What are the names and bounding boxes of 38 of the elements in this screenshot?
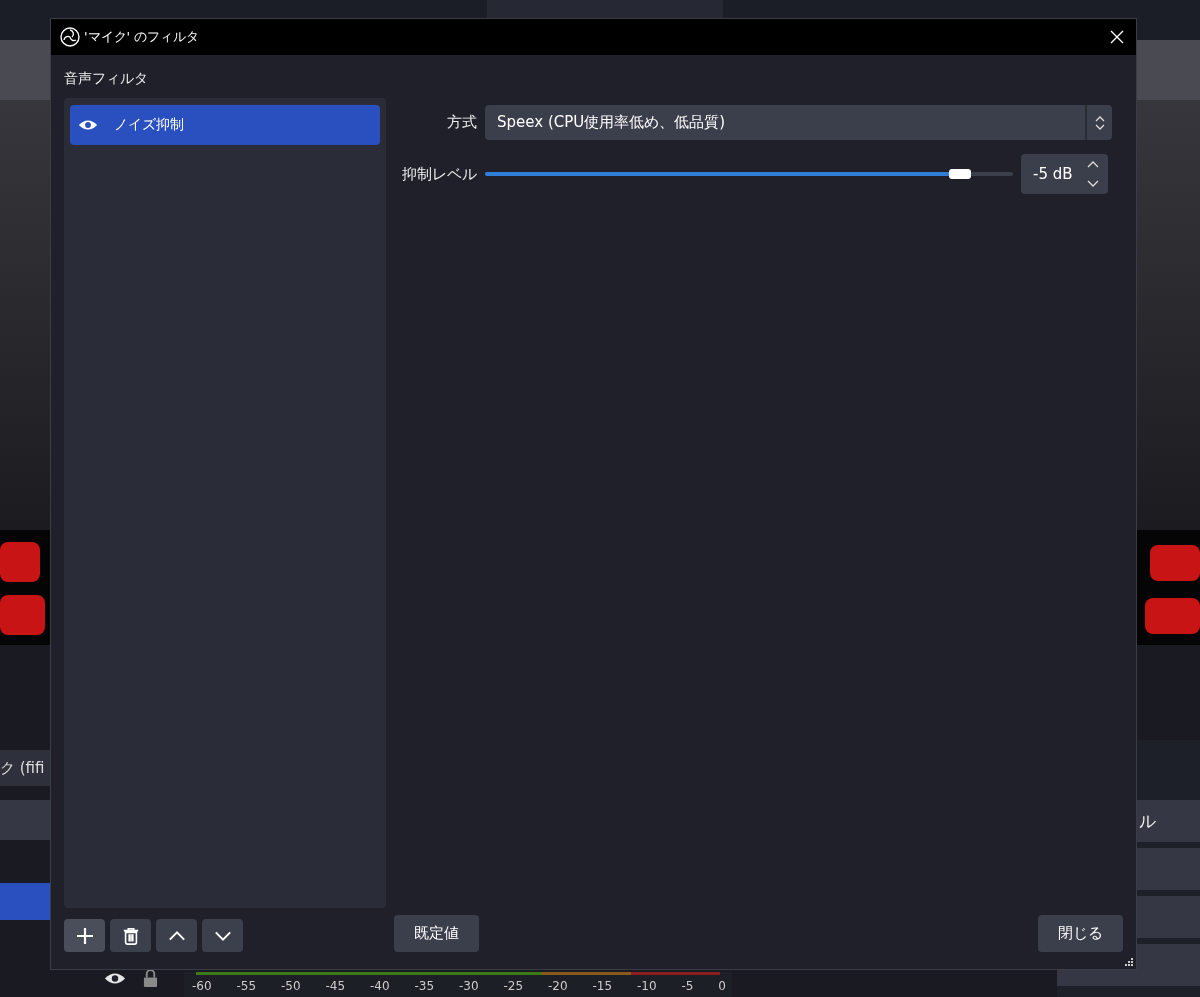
meter-tick-label: -25 [503,979,524,993]
logo-icon [60,27,80,47]
resize-grip-icon[interactable] [1124,957,1133,966]
meter-tick-label: -55 [236,979,257,993]
level-slider[interactable] [485,172,1013,176]
move-down-button[interactable] [202,919,243,952]
eye-icon[interactable] [78,118,98,132]
lock-icon[interactable] [143,970,158,987]
meter-tick-label: 0 [718,979,726,993]
trash-icon [121,925,140,946]
filter-item[interactable]: ノイズ抑制 [70,105,380,145]
close-icon[interactable] [1110,30,1124,44]
updown-icon [1087,161,1099,187]
property-label: 抑制レベル [401,164,477,184]
meter-tick-label: -35 [414,979,435,993]
meter-tick-label: -40 [370,979,390,993]
defaults-button[interactable]: 既定値 [394,915,479,952]
meter-tick-label: -20 [548,979,568,993]
meter-tick-label: -5 [681,979,694,993]
close-button[interactable]: 閉じる [1038,915,1123,952]
meter-tick-label: -45 [325,979,346,993]
move-up-button[interactable] [156,919,197,952]
meter-tick-label: -15 [592,979,613,993]
level-spinbox[interactable]: -5 dB [1021,154,1108,194]
plus-icon [74,925,95,946]
meter-tick-label: -60 [192,979,212,993]
meter-tick-label: -50 [281,979,301,993]
add-button[interactable] [64,919,105,952]
section-label: 音声フィルタ [64,70,149,88]
property-label: 方式 [446,113,477,132]
updown-icon [1094,114,1105,131]
window-title: 'マイク' のフィルタ [84,28,201,46]
slider-thumb[interactable] [949,169,972,179]
meter-tick-label: -10 [637,979,657,993]
delete-button[interactable] [110,919,151,952]
eye-icon[interactable] [104,971,126,986]
method-dropdown[interactable]: Speex (CPU使用率低め、低品質) [485,105,1112,140]
meter-tick-label: -30 [459,979,479,993]
